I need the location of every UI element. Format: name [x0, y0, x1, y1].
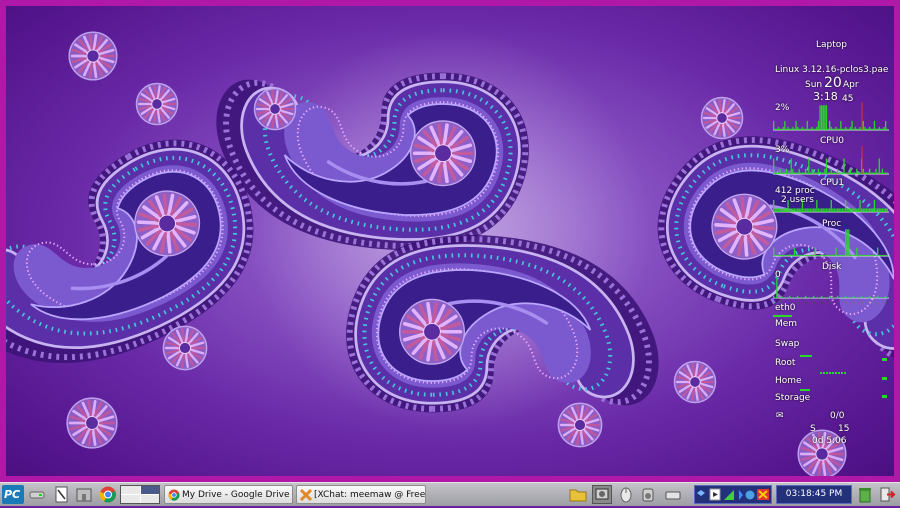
- conky-home-label: Home: [775, 376, 802, 386]
- conky-eth0-label: eth0: [775, 303, 796, 313]
- screenshot-tool-icon[interactable]: [592, 485, 612, 504]
- update-notifier-icon[interactable]: [746, 491, 755, 500]
- taskbar-clock[interactable]: 03:18:45 PM: [776, 485, 852, 504]
- conky-hostname: Laptop: [816, 40, 847, 50]
- network-signal-icon[interactable]: [724, 490, 734, 500]
- conky-s-value: 15: [838, 424, 849, 434]
- conky-mail-count: 0/0: [830, 411, 844, 421]
- bluetooth-icon[interactable]: [739, 490, 743, 500]
- conky-time: 3:18: [813, 90, 838, 103]
- conky-cpu-total: 2%: [775, 103, 789, 113]
- desktop[interactable]: Laptop Linux 3.12.16-pclos3.pae Sun 20 A…: [0, 0, 900, 482]
- trash-icon[interactable]: [856, 485, 874, 504]
- media-player-icon[interactable]: [710, 489, 720, 500]
- home-folder-icon[interactable]: [74, 485, 94, 504]
- workspace-3[interactable]: [121, 495, 140, 503]
- conky-month: Apr: [843, 80, 859, 90]
- conky-users: 2 users: [781, 195, 814, 205]
- conky-kernel: Linux 3.12.16-pclos3.pae: [775, 65, 888, 75]
- conky-disk-label: Disk: [822, 262, 841, 272]
- chrome-launcher-icon[interactable]: [98, 485, 118, 504]
- conky-system-monitor: Laptop Linux 3.12.16-pclos3.pae Sun 20 A…: [770, 38, 892, 478]
- conky-storage-label: Storage: [775, 393, 810, 403]
- conky-disk-value: 0: [775, 270, 781, 280]
- xchat-tray-icon[interactable]: [757, 489, 769, 500]
- conky-uptime: 0d 5:06: [812, 436, 847, 446]
- chrome-icon: [168, 489, 180, 501]
- conky-weekday: Sun: [805, 80, 822, 90]
- dropbox-icon[interactable]: [697, 490, 705, 496]
- mouse-settings-icon[interactable]: [618, 485, 634, 504]
- workspace-1[interactable]: [121, 486, 140, 494]
- folder-icon[interactable]: [568, 485, 588, 504]
- conky-day: 20: [824, 75, 842, 91]
- taskbar: PC My Drive - Google Drive - ... [XChat:…: [0, 482, 900, 506]
- conky-s-label: S: [810, 424, 816, 434]
- conky-seconds: 45: [842, 94, 853, 104]
- workspace-2[interactable]: [141, 486, 159, 494]
- conky-cpu0-label: CPU0: [820, 136, 844, 146]
- task-google-drive[interactable]: My Drive - Google Drive - ...: [164, 485, 293, 504]
- logout-icon[interactable]: [878, 485, 896, 504]
- conky-proc-label: Proc: [822, 219, 841, 229]
- mail-icon: ✉: [776, 411, 784, 421]
- paisley-wallpaper: [0, 0, 900, 482]
- task-xchat-title: [XChat: meemaw @ FreeN...: [314, 490, 426, 500]
- task-xchat[interactable]: [XChat: meemaw @ FreeN...: [296, 485, 426, 504]
- conky-mem-label: Mem: [775, 319, 797, 329]
- workspace-4[interactable]: [141, 495, 159, 503]
- task-google-drive-title: My Drive - Google Drive - ...: [182, 490, 293, 500]
- conky-cpu1-label: CPU1: [820, 178, 844, 188]
- conky-swap-label: Swap: [775, 339, 799, 349]
- pclinuxos-start-button[interactable]: PC: [2, 485, 24, 504]
- hard-drive-icon[interactable]: [28, 485, 46, 504]
- speaker-icon[interactable]: [640, 485, 656, 504]
- conky-root-label: Root: [775, 358, 795, 368]
- conky-cpu0-pct: 3%: [775, 145, 789, 155]
- workspace-pager[interactable]: [120, 485, 160, 504]
- system-tray: [694, 485, 772, 504]
- xchat-icon: [300, 489, 312, 501]
- text-editor-icon[interactable]: [52, 485, 70, 504]
- drive-icon[interactable]: [664, 485, 682, 504]
